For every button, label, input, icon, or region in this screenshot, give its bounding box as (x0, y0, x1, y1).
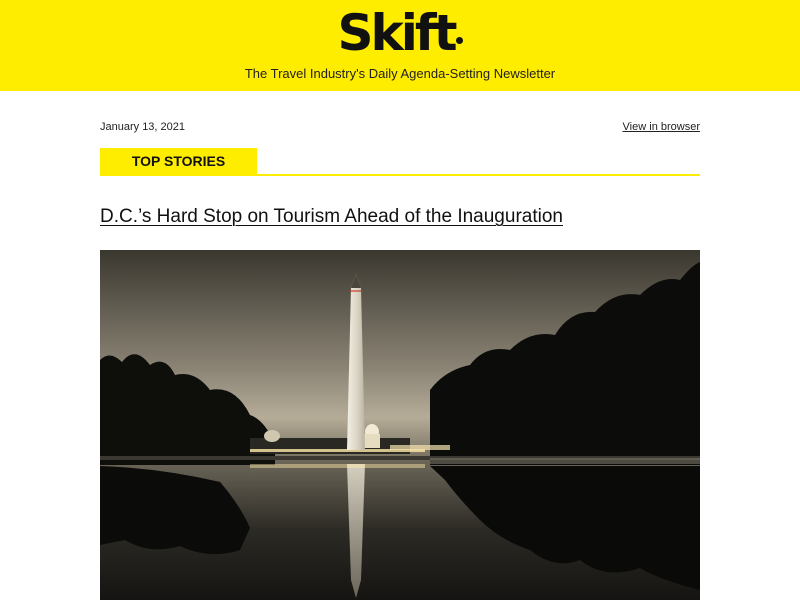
skift-logo[interactable]: Skift (0, 4, 800, 62)
section-label-top-stories: TOP STORIES (100, 148, 257, 175)
monument-night-photo (100, 250, 700, 600)
newsletter-tagline: The Travel Industry's Daily Agenda-Setti… (244, 66, 556, 81)
newsletter-header: Skift The Travel Industry's Daily Agenda… (0, 0, 800, 91)
logo-text: Skift (337, 4, 457, 62)
story-image[interactable] (100, 250, 700, 600)
view-in-browser-link[interactable]: View in browser (623, 121, 700, 133)
logo-dot-icon (455, 37, 463, 44)
issue-date: January 13, 2021 (100, 121, 186, 133)
section-divider (100, 174, 700, 176)
story-headline-link[interactable]: D.C.’s Hard Stop on Tourism Ahead of the… (100, 206, 563, 228)
